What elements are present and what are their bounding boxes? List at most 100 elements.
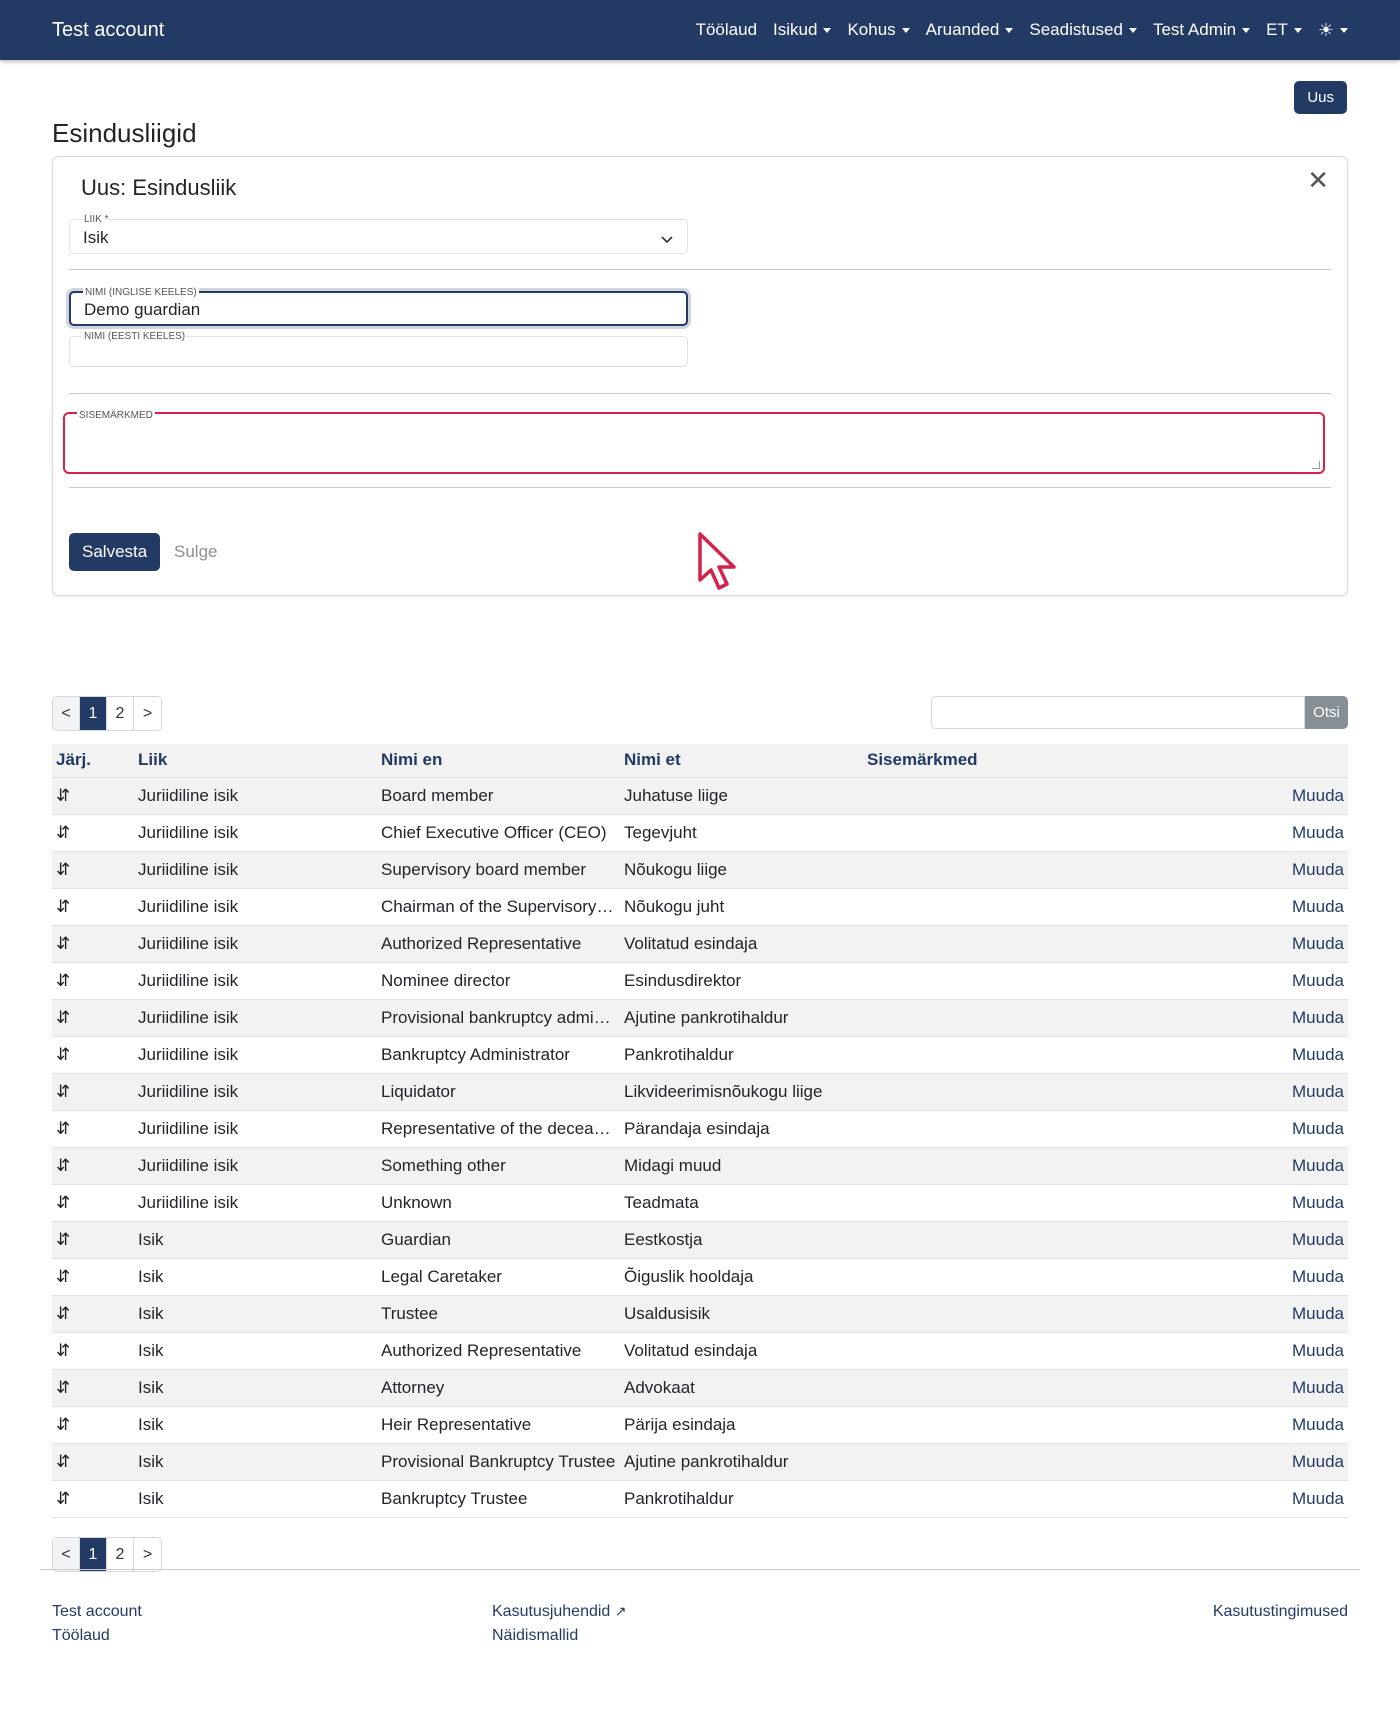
table-body: ⇵ Juriidiline isik Board member Juhatuse li… (52, 777, 1348, 1518)
sort-arrows-icon[interactable]: ⇵ (56, 1193, 70, 1212)
sort-handle[interactable]: ⇵ (52, 1073, 134, 1111)
edit-link[interactable]: Muuda (1163, 851, 1348, 889)
edit-link[interactable]: Muuda (1163, 1480, 1348, 1518)
page-2[interactable]: 2 (107, 1538, 134, 1571)
col-order[interactable]: Järj. (52, 744, 134, 778)
edit-link[interactable]: Muuda (1163, 814, 1348, 852)
sort-handle[interactable]: ⇵ (52, 1036, 134, 1074)
sort-handle[interactable]: ⇵ (52, 925, 134, 963)
page-next[interactable]: > (134, 1538, 161, 1571)
app-title[interactable]: Test account (52, 19, 164, 42)
search-input[interactable] (931, 696, 1305, 729)
nav-aruanded[interactable]: Aruanded (926, 20, 1014, 40)
sort-handle[interactable]: ⇵ (52, 777, 134, 815)
col-name-et[interactable]: Nimi et (620, 744, 863, 778)
sort-arrows-icon[interactable]: ⇵ (56, 1119, 70, 1138)
edit-link[interactable]: Muuda (1163, 777, 1348, 815)
sort-arrows-icon[interactable]: ⇵ (56, 1341, 70, 1360)
edit-link[interactable]: Muuda (1163, 999, 1348, 1037)
page-2[interactable]: 2 (107, 697, 134, 730)
name-et-field[interactable]: Nimi (eesti keeles) (69, 331, 688, 367)
sort-arrows-icon[interactable]: ⇵ (56, 860, 70, 879)
page-1[interactable]: 1 (80, 697, 107, 730)
edit-link[interactable]: Muuda (1163, 925, 1348, 963)
sort-handle[interactable]: ⇵ (52, 1369, 134, 1407)
edit-link[interactable]: Muuda (1163, 1036, 1348, 1074)
edit-link[interactable]: Muuda (1163, 1110, 1348, 1148)
sort-arrows-icon[interactable]: ⇵ (56, 934, 70, 953)
sort-arrows-icon[interactable]: ⇵ (56, 1378, 70, 1397)
page-next[interactable]: > (134, 697, 161, 730)
edit-link[interactable]: Muuda (1163, 1258, 1348, 1296)
sort-arrows-icon[interactable]: ⇵ (56, 897, 70, 916)
nav-toolaud[interactable]: Töölaud (696, 20, 757, 40)
nav-theme-toggle[interactable]: ☀ (1318, 20, 1348, 41)
sort-arrows-icon[interactable]: ⇵ (56, 1304, 70, 1323)
page-1[interactable]: 1 (80, 1538, 107, 1571)
nav-language[interactable]: ET (1266, 20, 1302, 40)
sort-arrows-icon[interactable]: ⇵ (56, 1415, 70, 1434)
sort-handle[interactable]: ⇵ (52, 1332, 134, 1370)
edit-link[interactable]: Muuda (1163, 1147, 1348, 1185)
sort-handle[interactable]: ⇵ (52, 1406, 134, 1444)
sort-handle[interactable]: ⇵ (52, 999, 134, 1037)
sort-handle[interactable]: ⇵ (52, 814, 134, 852)
sort-arrows-icon[interactable]: ⇵ (56, 1045, 70, 1064)
sort-handle[interactable]: ⇵ (52, 1221, 134, 1259)
sort-arrows-icon[interactable]: ⇵ (56, 1489, 70, 1508)
sort-arrows-icon[interactable]: ⇵ (56, 971, 70, 990)
notes-textarea[interactable]: Sisemärkmed (63, 410, 1325, 474)
sort-handle[interactable]: ⇵ (52, 851, 134, 889)
sort-handle[interactable]: ⇵ (52, 962, 134, 1000)
search-button[interactable]: Otsi (1305, 696, 1348, 729)
sort-handle[interactable]: ⇵ (52, 1110, 134, 1148)
sort-handle[interactable]: ⇵ (52, 888, 134, 926)
edit-link[interactable]: Muuda (1163, 1295, 1348, 1333)
col-notes[interactable]: Sisemärkmed (863, 744, 1163, 778)
footer-link-manuals[interactable]: Kasutusjuhendid ↗ (492, 1603, 627, 1621)
sort-arrows-icon[interactable]: ⇵ (56, 786, 70, 805)
edit-link[interactable]: Muuda (1163, 1332, 1348, 1370)
footer-link-templates[interactable]: Näidismallid (492, 1627, 578, 1645)
sort-handle[interactable]: ⇵ (52, 1184, 134, 1222)
save-button[interactable]: Salvesta (69, 533, 161, 571)
type-select[interactable]: Liik * Isik (69, 214, 688, 254)
sort-arrows-icon[interactable]: ⇵ (56, 1156, 70, 1175)
col-type[interactable]: Liik (134, 744, 377, 778)
edit-link[interactable]: Muuda (1163, 962, 1348, 1000)
footer-link-account[interactable]: Test account (52, 1603, 142, 1621)
sort-arrows-icon[interactable]: ⇵ (56, 1267, 70, 1286)
sort-arrows-icon[interactable]: ⇵ (56, 1230, 70, 1249)
close-icon[interactable]: ✕ (1307, 165, 1329, 196)
sort-arrows-icon[interactable]: ⇵ (56, 1008, 70, 1027)
sort-arrows-icon[interactable]: ⇵ (56, 1082, 70, 1101)
sort-arrows-icon[interactable]: ⇵ (56, 823, 70, 842)
sort-handle[interactable]: ⇵ (52, 1480, 134, 1518)
edit-link[interactable]: Muuda (1163, 1221, 1348, 1259)
name-en-field[interactable]: Nimi (inglise keeles) Demo guardian (69, 287, 688, 326)
footer-link-terms[interactable]: Kasutustingimused (1213, 1603, 1348, 1621)
new-button[interactable]: Uus (1294, 81, 1347, 114)
sort-handle[interactable]: ⇵ (52, 1258, 134, 1296)
nav-isikud[interactable]: Isikud (773, 20, 832, 40)
sort-handle[interactable]: ⇵ (52, 1147, 134, 1185)
page-prev[interactable]: < (53, 1538, 80, 1571)
sort-handle[interactable]: ⇵ (52, 1295, 134, 1333)
footer-link-toolaud[interactable]: Töölaud (52, 1627, 110, 1645)
edit-link[interactable]: Muuda (1163, 888, 1348, 926)
sort-handle[interactable]: ⇵ (52, 1443, 134, 1481)
page-prev[interactable]: < (53, 697, 80, 730)
edit-link[interactable]: Muuda (1163, 1406, 1348, 1444)
resize-handle-icon[interactable] (1312, 461, 1320, 469)
sort-arrows-icon[interactable]: ⇵ (56, 1452, 70, 1471)
nav-kohus[interactable]: Kohus (847, 20, 910, 40)
edit-link[interactable]: Muuda (1163, 1184, 1348, 1222)
nav-user-menu[interactable]: Test Admin (1153, 20, 1251, 40)
edit-link[interactable]: Muuda (1163, 1073, 1348, 1111)
cell-type: Isik (134, 1406, 377, 1444)
edit-link[interactable]: Muuda (1163, 1369, 1348, 1407)
col-name-en[interactable]: Nimi en (377, 744, 620, 778)
nav-seadistused[interactable]: Seadistused (1029, 20, 1137, 40)
edit-link[interactable]: Muuda (1163, 1443, 1348, 1481)
close-button[interactable]: Sulge (174, 542, 217, 562)
